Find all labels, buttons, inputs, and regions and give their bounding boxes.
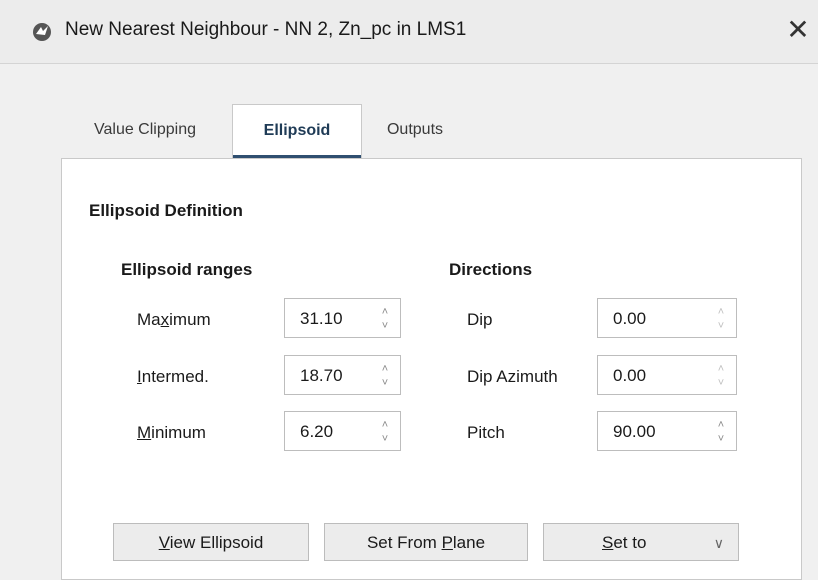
dip-azimuth-spin-arrows[interactable]: ˄ ˅ xyxy=(714,362,728,390)
dip-label: Dip xyxy=(467,310,493,329)
spin-down-icon[interactable]: ˅ xyxy=(378,319,392,333)
title-bar: New Nearest Neighbour - NN 2, Zn_pc in L… xyxy=(0,0,818,64)
spin-up-icon[interactable]: ˄ xyxy=(714,418,728,432)
dip-spin-arrows[interactable]: ˄ ˅ xyxy=(714,305,728,333)
minimum-spinbox[interactable]: 6.20 ˄ ˅ xyxy=(284,411,401,451)
close-icon[interactable]: ✕ xyxy=(778,8,818,52)
spin-up-icon[interactable]: ˄ xyxy=(714,362,728,376)
app-logo-icon xyxy=(33,23,51,41)
minimum-label: Minimum xyxy=(137,423,206,442)
chevron-down-icon: ∨ xyxy=(713,535,724,551)
intermediate-spin-arrows[interactable]: ˄ ˅ xyxy=(378,362,392,390)
dip-azimuth-value: 0.00 xyxy=(613,366,647,385)
intermediate-spinbox[interactable]: 18.70 ˄ ˅ xyxy=(284,355,401,395)
spin-down-icon[interactable]: ˅ xyxy=(714,319,728,333)
maximum-spin-arrows[interactable]: ˄ ˅ xyxy=(378,305,392,333)
maximum-label: Maximum xyxy=(137,310,211,329)
intermediate-value: 18.70 xyxy=(300,366,343,385)
section-title: Ellipsoid Definition xyxy=(89,201,243,220)
minimum-value: 6.20 xyxy=(300,422,334,441)
intermediate-label: Intermed. xyxy=(137,367,209,386)
spin-down-icon[interactable]: ˅ xyxy=(378,432,392,446)
tab-value-clipping[interactable]: Value Clipping xyxy=(60,104,230,156)
spin-up-icon[interactable]: ˄ xyxy=(378,362,392,376)
pitch-value: 90.00 xyxy=(613,422,656,441)
dip-spinbox[interactable]: 0.00 ˄ ˅ xyxy=(597,298,737,338)
pitch-spin-arrows[interactable]: ˄ ˅ xyxy=(714,418,728,446)
dip-azimuth-spinbox[interactable]: 0.00 ˄ ˅ xyxy=(597,355,737,395)
dip-azimuth-label: Dip Azimuth xyxy=(467,367,558,386)
view-ellipsoid-button[interactable]: View Ellipsoid xyxy=(113,523,309,561)
maximum-value: 31.10 xyxy=(300,309,343,328)
minimum-spin-arrows[interactable]: ˄ ˅ xyxy=(378,418,392,446)
tab-ellipsoid[interactable]: Ellipsoid xyxy=(232,104,362,159)
window-title: New Nearest Neighbour - NN 2, Zn_pc in L… xyxy=(65,19,467,40)
ranges-group-title: Ellipsoid ranges xyxy=(121,260,253,279)
directions-group-title: Directions xyxy=(449,260,533,279)
spin-up-icon[interactable]: ˄ xyxy=(378,418,392,432)
pitch-spinbox[interactable]: 90.00 ˄ ˅ xyxy=(597,411,737,451)
spin-up-icon[interactable]: ˄ xyxy=(378,305,392,319)
tab-outputs[interactable]: Outputs xyxy=(362,104,468,156)
maximum-spinbox[interactable]: 31.10 ˄ ˅ xyxy=(284,298,401,338)
set-from-plane-button[interactable]: Set From Plane xyxy=(324,523,528,561)
spin-down-icon[interactable]: ˅ xyxy=(714,376,728,390)
spin-down-icon[interactable]: ˅ xyxy=(714,432,728,446)
spin-down-icon[interactable]: ˅ xyxy=(378,376,392,390)
pitch-label: Pitch xyxy=(467,423,505,442)
tab-ellipsoid-label: Ellipsoid xyxy=(263,122,331,139)
set-to-dropdown[interactable]: Set to ∨ xyxy=(543,523,739,561)
dip-value: 0.00 xyxy=(613,309,647,328)
spin-up-icon[interactable]: ˄ xyxy=(714,305,728,319)
